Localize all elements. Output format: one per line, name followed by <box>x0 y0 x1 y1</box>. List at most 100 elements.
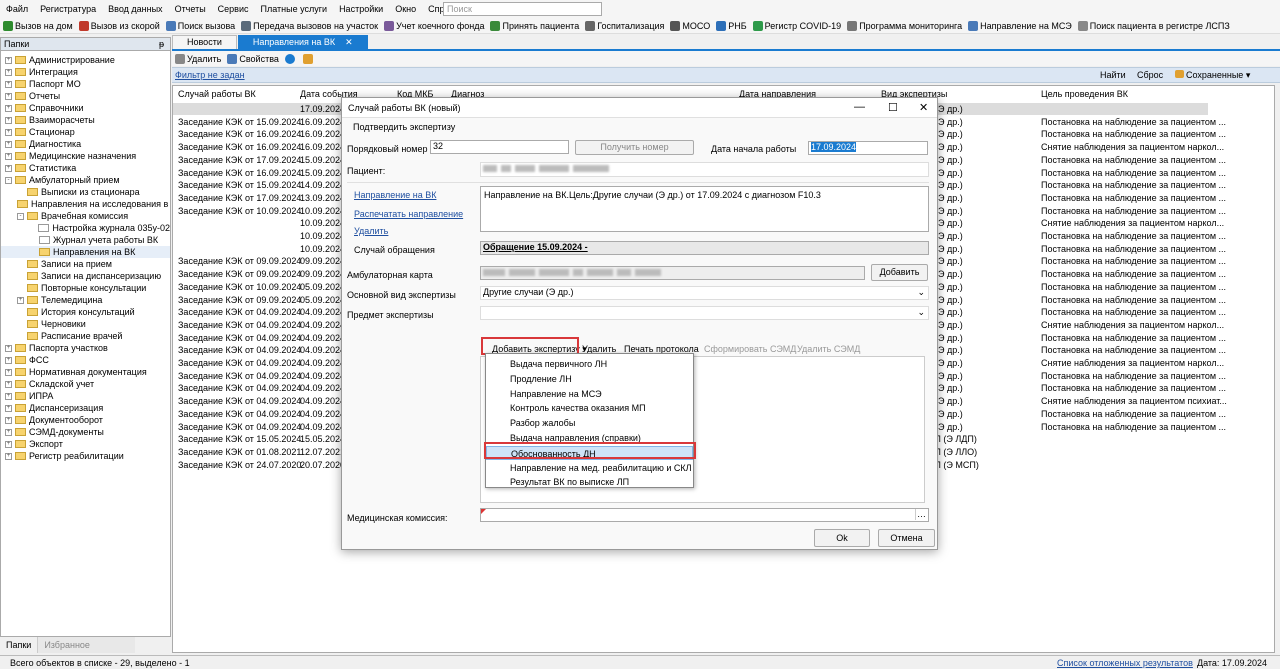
menu-item-5[interactable]: Платные услуги <box>255 0 334 18</box>
filter-link[interactable]: Фильтр не задан <box>175 70 245 80</box>
start-date-field[interactable]: 17.09.2024 <box>808 141 928 155</box>
filter-button[interactable] <box>300 53 318 64</box>
close-icon[interactable]: ✕ <box>919 101 928 114</box>
dropdown-item[interactable]: Направление на МСЭ <box>486 387 693 401</box>
tree-node[interactable]: Записи на диспансеризацию <box>1 270 170 282</box>
dropdown-item[interactable]: Направление на мед. реабилитацию и СКЛ <box>486 461 693 475</box>
toolbar-button-6[interactable]: Госпитализация <box>582 19 667 33</box>
tree-node[interactable]: + Администрирование <box>1 54 170 66</box>
close-icon[interactable]: ✕ <box>345 36 353 49</box>
toolbar-button-9[interactable]: Регистр COVID-19 <box>750 19 845 33</box>
tree-node[interactable]: + Диагностика <box>1 138 170 150</box>
appeal-field[interactable]: Обращение 15.09.2024 - <box>480 241 929 255</box>
toolbar-button-3[interactable]: Передача вызовов на участок <box>238 19 381 33</box>
menu-item-0[interactable]: Файл <box>0 0 34 18</box>
tab-vk-directions[interactable]: Направления на ВК ✕ <box>237 35 368 49</box>
expand-icon[interactable]: + <box>5 116 12 124</box>
menu-item-3[interactable]: Отчеты <box>169 0 212 18</box>
tree-node[interactable]: + ИПРА <box>1 390 170 402</box>
tree-node[interactable]: + Телемедицина <box>1 294 170 306</box>
order-number-field[interactable]: 32 <box>430 140 569 154</box>
col-header-case[interactable]: Случай работы ВК <box>178 88 296 100</box>
tree-node[interactable]: + ФСС <box>1 354 170 366</box>
expand-icon[interactable]: + <box>5 356 12 364</box>
main-kind-select[interactable]: Другие случаи (Э др.) ⌄ <box>480 286 929 300</box>
dropdown-item[interactable]: Разбор жалобы <box>486 416 693 430</box>
expand-icon[interactable]: + <box>5 344 12 352</box>
properties-button[interactable]: Свойства <box>224 52 282 66</box>
menu-item-6[interactable]: Настройки <box>333 0 389 18</box>
reset-button[interactable]: Сброс <box>1137 70 1163 80</box>
tree-node[interactable]: Повторные консультации <box>1 282 170 294</box>
tree-node[interactable]: + СЭМД-документы <box>1 426 170 438</box>
toolbar-button-8[interactable]: РНБ <box>713 19 749 33</box>
get-number-button[interactable]: Получить номер <box>575 140 694 155</box>
tab-folders[interactable]: Папки <box>0 637 37 653</box>
toolbar-button-11[interactable]: Направление на МСЭ <box>965 19 1075 33</box>
toolbar-button-0[interactable]: Вызов на дом <box>0 19 76 33</box>
expand-icon[interactable]: + <box>5 380 12 388</box>
patient-field[interactable] <box>480 162 929 177</box>
expand-icon[interactable]: + <box>5 104 12 112</box>
expand-icon[interactable]: + <box>5 416 12 424</box>
col-header-goal[interactable]: Цель проведения ВК <box>1041 88 1201 100</box>
expand-icon[interactable]: + <box>5 368 12 376</box>
tree-node[interactable]: Записи на прием <box>1 258 170 270</box>
dropdown-item[interactable]: Продление ЛН <box>486 372 693 386</box>
direction-link[interactable]: Направление на ВК <box>354 190 436 200</box>
tree-node[interactable]: + Интеграция <box>1 66 170 78</box>
dropdown-item[interactable]: Выдача первичного ЛН <box>486 357 693 371</box>
menu-item-2[interactable]: Ввод данных <box>102 0 168 18</box>
expand-icon[interactable]: + <box>5 404 12 412</box>
delete-button[interactable]: Удалить <box>172 52 224 66</box>
toolbar-button-5[interactable]: Принять пациента <box>487 19 582 33</box>
toolbar-button-7[interactable]: МОСО <box>667 19 713 33</box>
card-field[interactable] <box>480 266 865 280</box>
expand-icon[interactable]: + <box>5 140 12 148</box>
tree-node[interactable]: + Документооборот <box>1 414 170 426</box>
minimize-icon[interactable]: — <box>854 101 865 113</box>
expand-icon[interactable]: + <box>5 128 12 136</box>
tree-node[interactable]: + Складской учет <box>1 378 170 390</box>
tree-node[interactable]: - Амбулаторный прием <box>1 174 170 186</box>
tree-node[interactable]: Направления на исследования в д <box>1 198 170 210</box>
tree-node[interactable]: + Нормативная документация <box>1 366 170 378</box>
tree-node[interactable]: + Паспорта участков <box>1 342 170 354</box>
tree-node[interactable]: Расписание врачей <box>1 330 170 342</box>
expand-icon[interactable]: + <box>5 392 12 400</box>
add-card-button[interactable]: Добавить <box>871 264 928 281</box>
dropdown-item[interactable]: Результат ВК по выписке ЛП <box>486 475 693 489</box>
toolbar-button-2[interactable]: Поиск вызова <box>163 19 238 33</box>
expand-icon[interactable]: + <box>5 92 12 100</box>
confirm-expertise-button[interactable]: Подтвердить экспертизу <box>353 122 455 132</box>
tree-node[interactable]: - Врачебная комиссия <box>1 210 170 222</box>
tree-node[interactable]: + Статистика <box>1 162 170 174</box>
tree-node[interactable]: Выписки из стационара <box>1 186 170 198</box>
toolbar-button-1[interactable]: Вызов из скорой <box>76 19 163 33</box>
toolbar-button-4[interactable]: Учет коечного фонда <box>381 19 487 33</box>
tree-node[interactable]: История консультаций <box>1 306 170 318</box>
saved-filters-button[interactable]: Сохраненные ▾ <box>1175 70 1250 81</box>
expand-icon[interactable]: + <box>5 452 12 460</box>
collapse-icon[interactable]: - <box>17 212 24 220</box>
cancel-button[interactable]: Отмена <box>878 529 935 547</box>
tree-node[interactable]: + Стационар <box>1 126 170 138</box>
toolbar-button-10[interactable]: Программа мониторинга <box>844 19 965 33</box>
find-button[interactable]: Найти <box>1100 70 1126 80</box>
tree-node[interactable]: + Взаиморасчеты <box>1 114 170 126</box>
tree-node[interactable]: + Медицинские назначения <box>1 150 170 162</box>
refresh-button[interactable] <box>282 53 300 64</box>
maximize-icon[interactable]: ☐ <box>888 101 898 114</box>
deferred-results-link[interactable]: Список отложенных результатов <box>1057 658 1193 668</box>
tree-node[interactable]: + Отчеты <box>1 90 170 102</box>
expand-icon[interactable]: + <box>5 164 12 172</box>
subject-select[interactable]: ⌄ <box>480 306 929 320</box>
menu-item-4[interactable]: Сервис <box>212 0 255 18</box>
pin-icon[interactable]: ᵽ <box>159 38 164 50</box>
expand-icon[interactable]: + <box>5 428 12 436</box>
tree-node[interactable]: + Экспорт <box>1 438 170 450</box>
tree-node[interactable]: + Диспансеризация <box>1 402 170 414</box>
tab-news[interactable]: Новости <box>172 35 237 49</box>
delete-direction-link[interactable]: Удалить <box>354 226 388 236</box>
menu-item-7[interactable]: Окно <box>389 0 422 18</box>
